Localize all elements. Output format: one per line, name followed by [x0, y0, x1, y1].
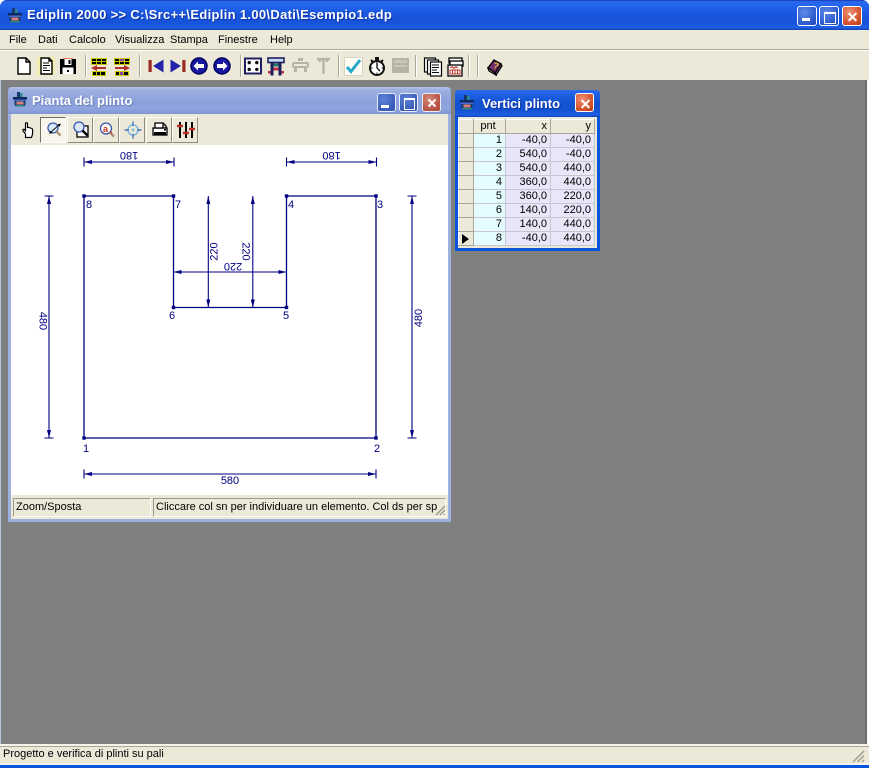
svg-text:220: 220	[240, 242, 252, 260]
svg-text:1: 1	[83, 443, 89, 455]
svg-text:4: 4	[288, 199, 294, 211]
svg-text:180: 180	[322, 149, 340, 161]
svg-text:6: 6	[169, 310, 175, 322]
svg-text:220: 220	[209, 242, 221, 260]
svg-text:180: 180	[120, 149, 138, 161]
svg-text:2: 2	[374, 443, 380, 455]
svg-text:480: 480	[37, 312, 49, 330]
svg-text:480: 480	[413, 309, 425, 327]
svg-text:7: 7	[175, 199, 181, 211]
svg-text:3: 3	[377, 199, 383, 211]
svg-text:8: 8	[86, 199, 92, 211]
svg-text:580: 580	[221, 475, 239, 487]
svg-text:5: 5	[283, 310, 289, 322]
svg-text:220: 220	[224, 260, 242, 272]
